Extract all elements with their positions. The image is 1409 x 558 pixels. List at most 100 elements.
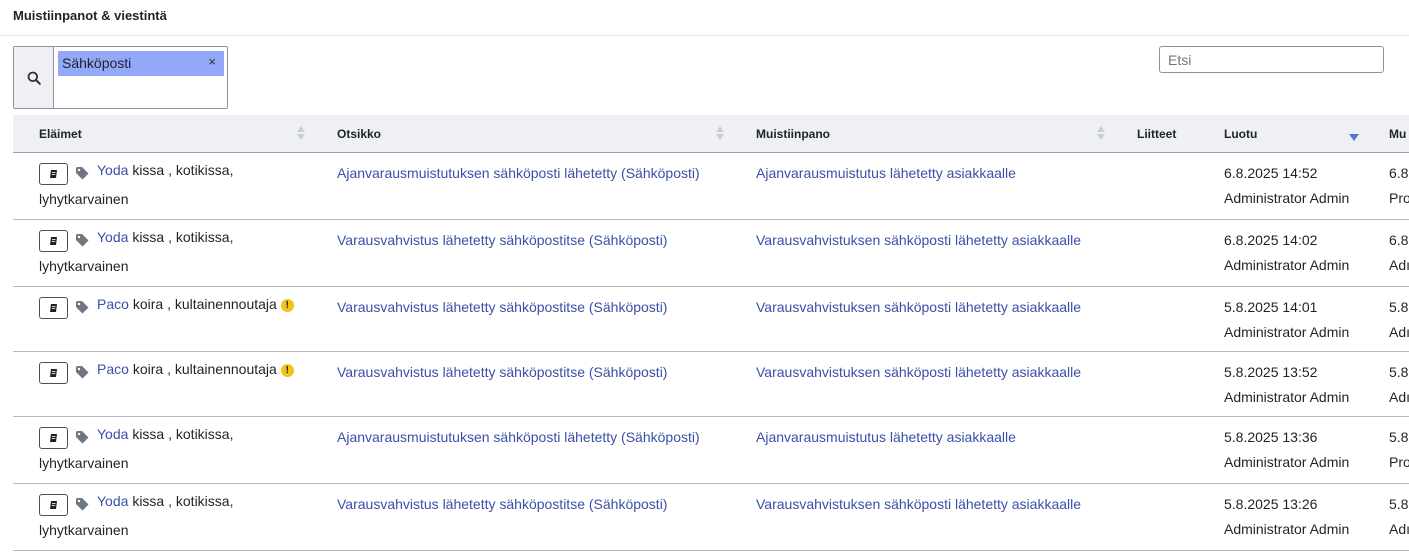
animal-breed: , kotikissa,: [168, 493, 234, 509]
modified-date: 5.8: [1389, 364, 1409, 380]
tag-icon: [76, 498, 89, 511]
open-note-button[interactable]: [39, 494, 68, 516]
animal-breed: , kotikissa,: [168, 426, 234, 442]
animal-breed: , kotikissa,: [168, 162, 234, 178]
search-input[interactable]: [1159, 46, 1384, 73]
open-note-button[interactable]: [39, 230, 68, 252]
modified-date: 6.8: [1389, 232, 1409, 248]
created-by: Administrator Admin: [1224, 389, 1350, 405]
modified-date: 5.8: [1389, 429, 1409, 445]
column-header-attachments[interactable]: Liitteet: [1137, 127, 1176, 141]
modified-date: 6.8: [1389, 165, 1409, 181]
note-text-link[interactable]: Varausvahvistuksen sähköposti lähetetty …: [756, 358, 1081, 386]
animal-info: Paco koira , kultainennoutaja!: [97, 361, 294, 377]
animal-name-link[interactable]: Yoda: [97, 162, 128, 178]
note-icon: [49, 304, 57, 312]
note-text-link[interactable]: Varausvahvistuksen sähköposti lähetetty …: [756, 293, 1081, 321]
animal-breed-continued: lyhytkarvainen: [39, 455, 129, 471]
note-icon: [49, 170, 57, 178]
tag-icon: [76, 431, 89, 444]
column-header-modified[interactable]: Mu: [1389, 127, 1406, 141]
created-date: 5.8.2025 14:01: [1224, 299, 1318, 315]
created-date: 5.8.2025 13:26: [1224, 496, 1318, 512]
animal-species: kissa: [132, 162, 165, 178]
animal-name-link[interactable]: Yoda: [97, 426, 128, 442]
note-icon: [49, 501, 57, 509]
modified-by: Pro: [1389, 454, 1409, 470]
tag-icon: [76, 234, 89, 247]
table-row: Paco koira , kultainennoutaja! Varausvahv…: [13, 352, 1409, 417]
warning-icon[interactable]: !: [280, 299, 294, 312]
note-title-link[interactable]: Varausvahvistus lähetetty sähköpostitse …: [337, 293, 667, 321]
animal-info: Paco koira , kultainennoutaja!: [97, 296, 294, 312]
sort-icon[interactable]: [296, 126, 306, 142]
created-by: Administrator Admin: [1224, 190, 1350, 206]
animal-species: kissa: [132, 493, 165, 509]
animal-breed: , kultainennoutaja: [167, 361, 277, 377]
table-row: Yoda kissa , kotikissa, lyhytkarvainen Aja…: [13, 417, 1409, 484]
open-note-button[interactable]: [39, 163, 68, 185]
animal-species: kissa: [132, 229, 165, 245]
note-text-link[interactable]: Varausvahvistuksen sähköposti lähetetty …: [756, 226, 1081, 254]
page-header: Muistiinpanot & viestintä: [0, 0, 1409, 36]
animal-info: Yoda kissa , kotikissa,: [97, 162, 233, 178]
modified-by: Adı: [1389, 257, 1409, 273]
created-by: Administrator Admin: [1224, 324, 1350, 340]
open-note-button[interactable]: [39, 362, 68, 384]
animal-name-link[interactable]: Paco: [97, 361, 129, 377]
table-row: Yoda kissa , kotikissa, lyhytkarvainen Var…: [13, 484, 1409, 551]
modified-by: Adı: [1389, 324, 1409, 340]
note-icon: [49, 237, 57, 245]
note-text-link[interactable]: Varausvahvistuksen sähköposti lähetetty …: [756, 490, 1081, 518]
note-title-link[interactable]: Varausvahvistus lähetetty sähköpostitse …: [337, 490, 667, 518]
created-by: Administrator Admin: [1224, 454, 1350, 470]
sort-icon[interactable]: [715, 126, 725, 142]
table-row: Paco koira , kultainennoutaja! Varausvahv…: [13, 287, 1409, 352]
animal-name-link[interactable]: Paco: [97, 296, 129, 312]
column-header-created[interactable]: Luotu: [1224, 127, 1257, 141]
note-text-link[interactable]: Ajanvarausmuistutus lähetetty asiakkaall…: [756, 423, 1016, 451]
table-header: Eläimet Otsikko Muistiinpano Liitteet Lu…: [13, 115, 1409, 153]
filter-chip: Sähköposti ×: [58, 51, 224, 76]
animal-breed-continued: lyhytkarvainen: [39, 191, 129, 207]
note-title-link[interactable]: Ajanvarausmuistutuksen sähköposti lähete…: [337, 423, 700, 451]
page-title: Muistiinpanot & viestintä: [13, 8, 167, 23]
note-text-link[interactable]: Ajanvarausmuistutus lähetetty asiakkaall…: [756, 159, 1016, 187]
column-header-note[interactable]: Muistiinpano: [756, 127, 830, 141]
animal-name-link[interactable]: Yoda: [97, 229, 128, 245]
modified-by: Adı: [1389, 389, 1409, 405]
animal-breed-continued: lyhytkarvainen: [39, 522, 129, 538]
animal-name-link[interactable]: Yoda: [97, 493, 128, 509]
filter-search-button[interactable]: [14, 47, 54, 108]
column-header-title[interactable]: Otsikko: [337, 127, 381, 141]
animal-info: Yoda kissa , kotikissa,: [97, 229, 233, 245]
tag-icon: [76, 366, 89, 379]
created-date: 5.8.2025 13:52: [1224, 364, 1318, 380]
modified-date: 5.8: [1389, 299, 1409, 315]
animal-species: kissa: [132, 426, 165, 442]
modified-by: Pro: [1389, 190, 1409, 206]
warning-icon[interactable]: !: [280, 364, 294, 377]
tag-icon: [76, 167, 89, 180]
created-by: Administrator Admin: [1224, 257, 1350, 273]
filter-chip-label: Sähköposti: [62, 55, 132, 71]
open-note-button[interactable]: [39, 297, 68, 319]
animal-info: Yoda kissa , kotikissa,: [97, 426, 233, 442]
modified-date: 5.8: [1389, 496, 1409, 512]
created-by: Administrator Admin: [1224, 521, 1350, 537]
animal-breed: , kultainennoutaja: [167, 296, 277, 312]
note-title-link[interactable]: Varausvahvistus lähetetty sähköpostitse …: [337, 226, 667, 254]
animal-species: koira: [132, 296, 164, 312]
note-title-link[interactable]: Ajanvarausmuistutuksen sähköposti lähete…: [337, 159, 700, 187]
sort-icon[interactable]: [1096, 126, 1106, 142]
filter-box[interactable]: Sähköposti ×: [13, 46, 228, 109]
note-title-link[interactable]: Varausvahvistus lähetetty sähköpostitse …: [337, 358, 667, 386]
note-icon: [49, 434, 57, 442]
animal-info: Yoda kissa , kotikissa,: [97, 493, 233, 509]
created-date: 6.8.2025 14:02: [1224, 232, 1318, 248]
sort-desc-icon[interactable]: [1349, 134, 1359, 141]
column-header-animals[interactable]: Eläimet: [39, 127, 82, 141]
table-row: Yoda kissa , kotikissa, lyhytkarvainen Aja…: [13, 153, 1409, 220]
open-note-button[interactable]: [39, 427, 68, 449]
filter-chip-remove-button[interactable]: ×: [208, 54, 216, 69]
